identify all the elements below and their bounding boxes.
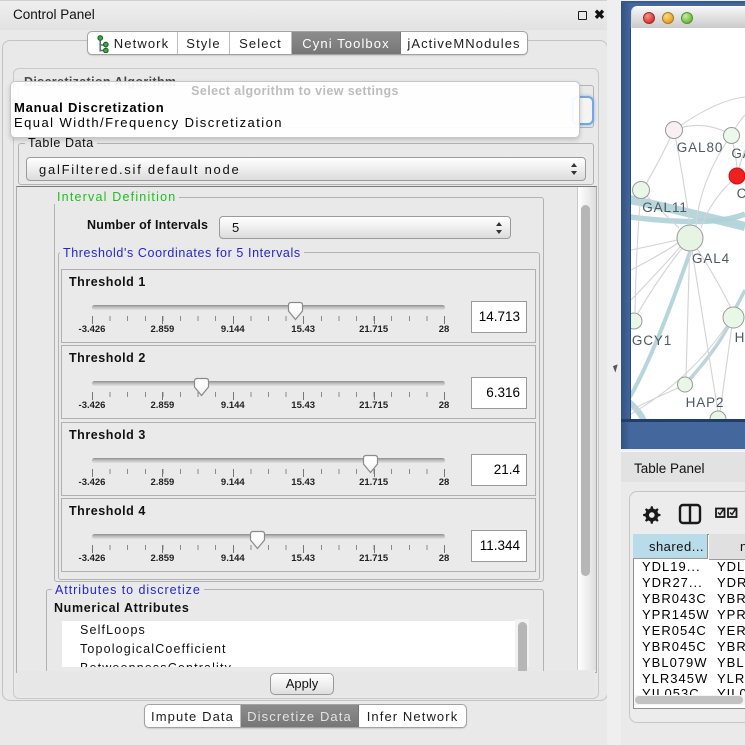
svg-text:HAP2: HAP2 <box>686 395 725 410</box>
svg-text:GAL11: GAL11 <box>642 200 688 215</box>
svg-text:C: C <box>737 186 745 201</box>
svg-text:GAL4: GAL4 <box>692 251 730 266</box>
svg-text:GAL80: GAL80 <box>677 140 724 155</box>
svg-text:GA: GA <box>731 146 745 161</box>
svg-text:H: H <box>735 330 745 345</box>
svg-text:GCY1: GCY1 <box>632 333 672 348</box>
